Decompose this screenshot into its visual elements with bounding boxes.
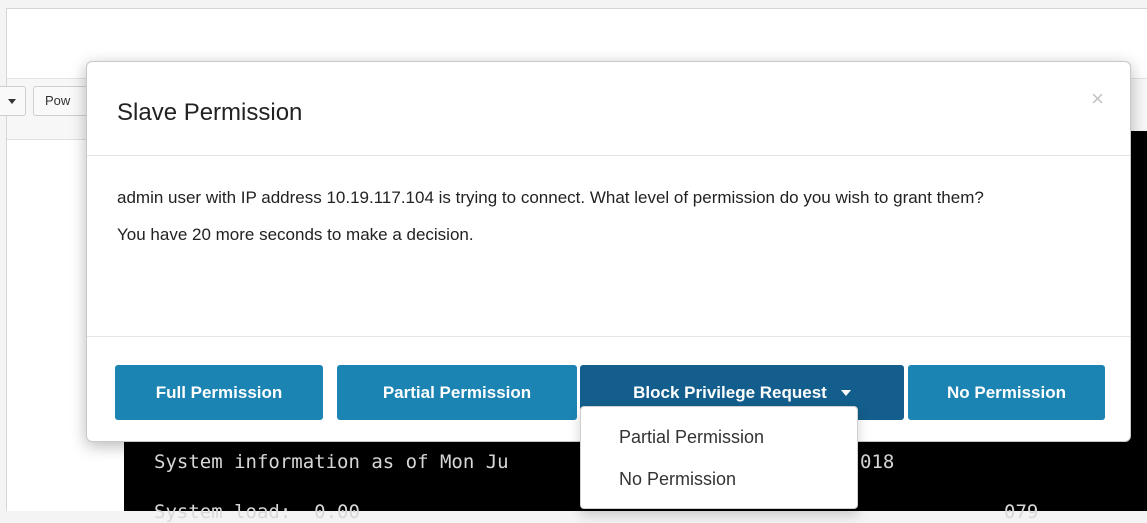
full-permission-label: Full Permission xyxy=(155,382,283,402)
console-line-tail: 018 xyxy=(860,451,895,473)
caret-down-icon xyxy=(840,390,851,397)
block-privilege-dropdown-menu: Partial Permission No Permission xyxy=(580,406,858,509)
countdown-message: You have 20 more seconds to make a decis… xyxy=(117,225,474,244)
dropdown-item-partial-permission[interactable]: Partial Permission xyxy=(619,427,764,448)
console-line: System load: 0.00 xyxy=(154,501,360,523)
partial-permission-button[interactable]: Partial Permission xyxy=(337,365,577,420)
console-line: System information as of Mon Ju xyxy=(154,451,509,473)
toolbar-dropdown-button[interactable] xyxy=(0,86,26,116)
power-button-label: Pow xyxy=(45,93,71,108)
dropdown-item-no-permission[interactable]: No Permission xyxy=(619,469,736,490)
partial-permission-label: Partial Permission xyxy=(382,382,532,402)
no-permission-button[interactable]: No Permission xyxy=(908,365,1105,420)
block-privilege-label: Block Privilege Request xyxy=(633,382,827,402)
close-icon[interactable]: × xyxy=(1091,88,1104,110)
no-permission-label: No Permission xyxy=(946,382,1067,402)
modal-title: Slave Permission xyxy=(117,99,303,126)
permission-message: admin user with IP address 10.19.117.104… xyxy=(117,188,984,207)
modal-header: Slave Permission × xyxy=(87,62,1130,156)
console-line-tail: 079 xyxy=(1004,501,1039,523)
full-permission-button[interactable]: Full Permission xyxy=(115,365,323,420)
slave-permission-dialog: Slave Permission × admin user with IP ad… xyxy=(86,61,1131,442)
caret-down-icon xyxy=(8,99,16,104)
modal-body: admin user with IP address 10.19.117.104… xyxy=(117,156,1107,247)
